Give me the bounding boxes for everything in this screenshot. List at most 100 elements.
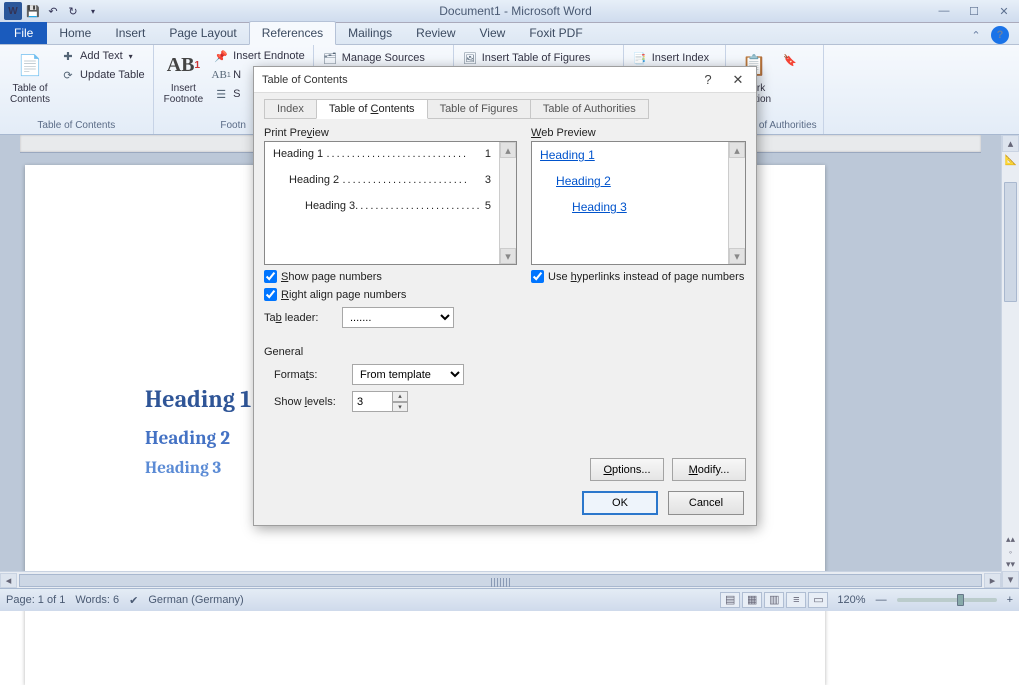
scroll-down-icon[interactable]: ▾ [1002,571,1019,588]
tab-references[interactable]: References [249,21,336,45]
vertical-scrollbar[interactable]: ▴ 📐 ▴▴ ◦ ▾▾ ▾ [1001,135,1019,588]
hscroll-thumb[interactable] [19,574,982,587]
insert-table-figures-button[interactable]: 🖼Insert Table of Figures [460,49,593,67]
scroll-thumb[interactable] [1004,182,1017,302]
tab-page-layout[interactable]: Page Layout [157,22,248,44]
spin-down-icon[interactable]: ▾ [392,402,408,413]
ruler-icon[interactable]: 📐 [1005,155,1017,166]
show-page-numbers-checkbox[interactable]: Show page numbers [264,270,517,283]
toc-icon: 📄 [14,49,46,81]
show-levels-input[interactable] [352,391,392,412]
index-icon: 📑 [632,50,648,66]
tab-view[interactable]: View [468,22,518,44]
save-icon[interactable]: 💾 [24,2,42,20]
print-preview-scrollbar[interactable]: ▴▾ [499,142,516,264]
horizontal-scrollbar[interactable]: ◂ ▸ [0,571,1001,588]
ok-button[interactable]: OK [582,491,658,515]
tab-mailings[interactable]: Mailings [336,22,404,44]
statusbar: Page: 1 of 1 Words: 6 ✔ German (Germany)… [0,588,1019,611]
web-preview-scrollbar[interactable]: ▴▾ [728,142,745,264]
window-title: Document1 - Microsoft Word [102,4,929,18]
group-label-toc: Table of Contents [6,118,147,132]
web-item-1[interactable]: Heading 1 [540,148,720,162]
minimize-ribbon-icon[interactable]: ⌃ [967,26,985,44]
maximize-icon[interactable]: ☐ [959,0,989,22]
outline-view-icon[interactable]: ≡ [786,592,806,608]
web-layout-view-icon[interactable]: ▥ [764,592,784,608]
web-item-3[interactable]: Heading 3 [572,200,720,214]
status-page[interactable]: Page: 1 of 1 [6,594,65,606]
tab-leader-select[interactable]: ....... [342,307,454,328]
general-label: General [264,346,746,358]
dtab-tof[interactable]: Table of Figures [427,99,531,119]
print-item-1: Heading 1 ............................ 1 [273,148,491,162]
modify-button[interactable]: Modify... [672,458,746,481]
status-zoom[interactable]: 120% [837,594,865,606]
hscroll-right-icon[interactable]: ▸ [984,573,1001,588]
dtab-toa[interactable]: Table of Authorities [530,99,649,119]
show-levels-label: Show levels: [274,396,346,408]
toa-extra-icon[interactable]: 🔖 [780,51,800,69]
tab-review[interactable]: Review [404,22,467,44]
update-table-button[interactable]: ⟳Update Table [58,66,147,84]
formats-select[interactable]: From template [352,364,464,385]
print-item-3: Heading 3......................... 5 [273,200,491,214]
show-levels-spinner[interactable]: ▴▾ [352,391,408,412]
print-preview-label: Print Preview [264,127,517,139]
status-language[interactable]: German (Germany) [148,594,243,606]
proofing-icon[interactable]: ✔ [129,594,138,607]
zoom-in-icon[interactable]: + [1007,594,1013,606]
titlebar: W 💾 ↶ ↻ ▾ Document1 - Microsoft Word — ☐… [0,0,1019,23]
web-item-2[interactable]: Heading 2 [556,174,720,188]
update-icon: ⟳ [60,67,76,83]
insert-index-button[interactable]: 📑Insert Index [630,49,719,67]
word-app-icon[interactable]: W [4,2,22,20]
zoom-out-icon[interactable]: — [876,594,887,606]
tab-foxit-pdf[interactable]: Foxit PDF [517,22,594,44]
minimize-icon[interactable]: — [929,0,959,22]
insert-endnote-button[interactable]: 📌Insert Endnote [211,47,307,65]
endnote-icon: 📌 [213,48,229,64]
close-window-icon[interactable]: ✕ [989,0,1019,22]
dtab-index[interactable]: Index [264,99,317,119]
tab-leader-label: Tab leader: [264,312,336,324]
options-button[interactable]: Options... [590,458,664,481]
spin-up-icon[interactable]: ▴ [392,391,408,402]
undo-icon[interactable]: ↶ [44,2,62,20]
full-screen-view-icon[interactable]: ▦ [742,592,762,608]
qat-dropdown-icon[interactable]: ▾ [84,2,102,20]
use-hyperlinks-checkbox[interactable]: Use hyperlinks instead of page numbers [531,270,746,283]
insert-footnote-button[interactable]: AB1 Insert Footnote [160,47,207,118]
formats-label: Formats: [274,369,346,381]
dtab-toc[interactable]: Table of Contents [316,99,428,119]
cancel-button[interactable]: Cancel [668,491,744,515]
browse-object-icon[interactable]: ◦ [1009,547,1012,557]
table-of-contents-button[interactable]: 📄 Table of Contents [6,47,54,118]
add-text-button[interactable]: ✚Add Text▾ [58,47,147,65]
prev-page-icon[interactable]: ▴▴ [1006,534,1015,545]
hscroll-left-icon[interactable]: ◂ [0,573,17,588]
dialog-close-icon[interactable]: ✕ [728,72,748,88]
print-layout-view-icon[interactable]: ▤ [720,592,740,608]
web-preview-label: Web Preview [531,127,746,139]
help-icon[interactable]: ? [991,26,1009,44]
scroll-up-icon[interactable]: ▴ [1002,135,1019,152]
zoom-slider[interactable] [897,598,997,602]
file-tab[interactable]: File [0,22,47,44]
dialog-help-icon[interactable]: ? [698,72,718,88]
status-words[interactable]: Words: 6 [75,594,119,606]
tab-home[interactable]: Home [47,22,103,44]
right-align-checkbox[interactable]: Right align page numbers [264,288,517,301]
draft-view-icon[interactable]: ▭ [808,592,828,608]
dialog-titlebar: Table of Contents ? ✕ [254,67,756,93]
show-icon: ☰ [213,86,229,102]
toc-dialog: Table of Contents ? ✕ Index Table of Con… [253,66,757,526]
tab-insert[interactable]: Insert [103,22,157,44]
figures-icon: 🖼 [462,50,478,66]
add-text-icon: ✚ [60,48,76,64]
next-page-icon[interactable]: ▾▾ [1006,559,1015,570]
redo-icon[interactable]: ↻ [64,2,82,20]
print-preview-box: Heading 1 ............................ 1… [264,141,517,265]
web-preview-box: Heading 1 Heading 2 Heading 3 ▴▾ [531,141,746,265]
manage-sources-button[interactable]: 🗂Manage Sources [320,49,427,67]
